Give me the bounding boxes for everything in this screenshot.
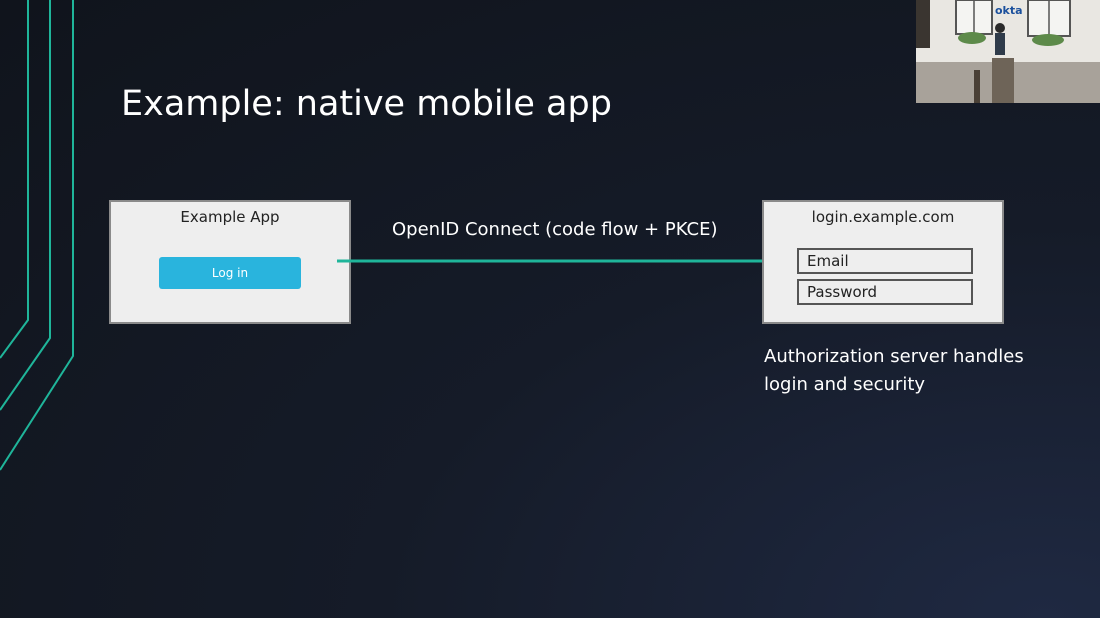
- decorative-lines: [0, 0, 74, 471]
- speaker-video-image: okta: [916, 0, 1100, 103]
- slide-title: Example: native mobile app: [121, 84, 612, 124]
- email-field[interactable]: Email: [797, 248, 973, 274]
- flow-arrow: [337, 255, 777, 267]
- presentation-slide: Example: native mobile app Example App L…: [0, 0, 1100, 618]
- speaker-webcam: okta: [916, 0, 1100, 103]
- login-domain-title: login.example.com: [811, 208, 955, 226]
- example-app-box: Example App Log in: [109, 200, 351, 324]
- password-field[interactable]: Password: [797, 279, 973, 305]
- authorization-caption: Authorization server handles login and s…: [764, 343, 1024, 399]
- okta-logo: okta: [995, 4, 1023, 17]
- caption-line-1: Authorization server handles: [764, 346, 1024, 367]
- login-page-box: login.example.com Email Password: [762, 200, 1004, 324]
- login-button[interactable]: Log in: [159, 257, 301, 289]
- caption-line-2: login and security: [764, 374, 926, 395]
- openid-connect-label: OpenID Connect (code flow + PKCE): [392, 219, 718, 240]
- example-app-title: Example App: [180, 208, 280, 226]
